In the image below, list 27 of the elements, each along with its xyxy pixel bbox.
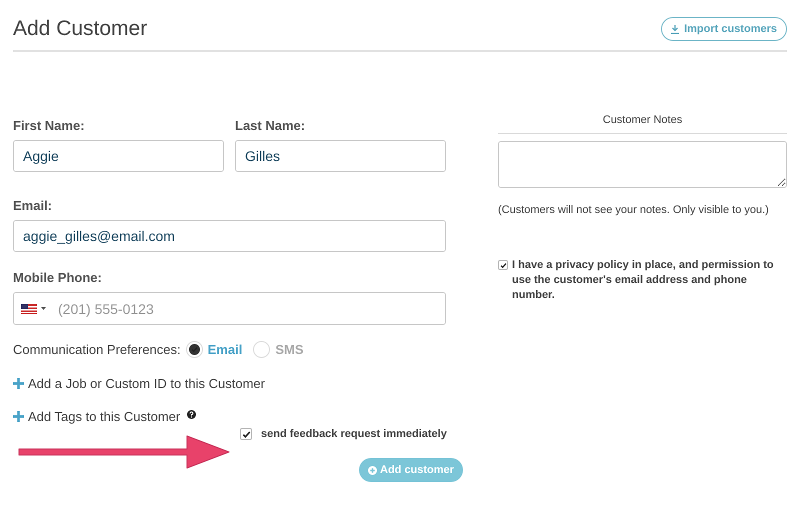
caret-icon[interactable] xyxy=(41,307,46,310)
notes-hint: (Customers will not see your notes. Only visible to you.) xyxy=(498,204,770,216)
checkbox[interactable] xyxy=(240,428,252,440)
privacy-text: I have a privacy policy in place, and permission to use the customer's email address and phone number. xyxy=(512,258,775,303)
checkbox-label: send feedback request immediately xyxy=(261,428,447,440)
field-label: Mobile Phone: xyxy=(13,270,103,285)
page-title: Add Customer xyxy=(13,17,148,41)
field-label: First Name: xyxy=(13,118,86,133)
name-field[interactable]: Aggie xyxy=(13,140,224,172)
plus-icon[interactable] xyxy=(13,378,24,389)
notes-title: Customer Notes xyxy=(498,114,787,134)
notes-field[interactable] xyxy=(498,141,787,188)
checkbox[interactable] xyxy=(498,260,508,270)
flag-icon[interactable] xyxy=(21,304,37,314)
field-label: Email: xyxy=(13,198,54,213)
field-label: Last Name: xyxy=(235,118,306,133)
add-link[interactable]: Add Tags to this Customer xyxy=(28,409,180,424)
name-field[interactable]: Gilles xyxy=(235,140,446,172)
radio-button[interactable] xyxy=(186,341,203,358)
preferences-label: Communication Preferences: xyxy=(13,342,181,357)
email-field[interactable]: aggie_gilles@email.com xyxy=(13,220,446,252)
phone-field[interactable]: (201) 555-0123 xyxy=(13,292,446,325)
download-icon[interactable] xyxy=(671,24,680,34)
add-link[interactable]: Add a Job or Custom ID to this Customer xyxy=(28,376,265,391)
radio-button[interactable] xyxy=(253,341,270,358)
help-icon[interactable] xyxy=(187,410,196,419)
plus-icon[interactable] xyxy=(13,411,24,422)
